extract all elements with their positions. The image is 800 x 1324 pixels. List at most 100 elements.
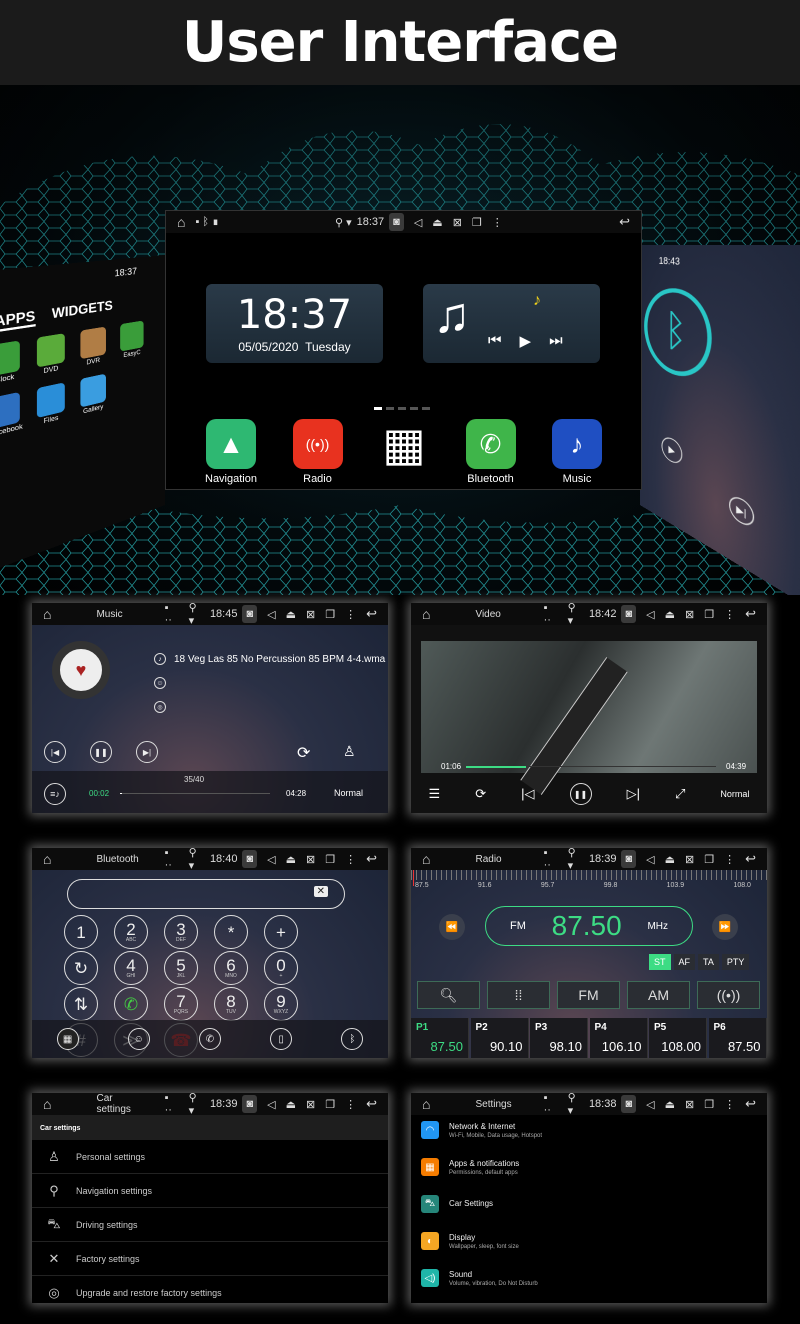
settings-item[interactable]: ◁) Sound Volume, vibration, Do Not Disturb xyxy=(421,1269,538,1287)
screen-off-button[interactable]: ⊠ xyxy=(685,853,694,866)
settings-item[interactable]: ▦ Apps & notifications Permissions, defaul… xyxy=(421,1158,519,1176)
previous-button[interactable]: |◁ xyxy=(521,786,534,802)
dial-key[interactable]: 3 DEF xyxy=(164,915,198,949)
dial-key[interactable]: * xyxy=(214,915,248,949)
previous-button[interactable]: |◀ xyxy=(44,741,66,763)
flag-pty[interactable]: PTY xyxy=(721,954,750,970)
preset-button[interactable]: P5 108.00 xyxy=(649,1018,707,1058)
back-button[interactable]: ↩ xyxy=(745,606,756,622)
recent-apps-button[interactable]: ❐ xyxy=(325,853,335,866)
eject-button[interactable]: ⏏ xyxy=(665,1098,675,1111)
dock-app-apps[interactable]: ▦ xyxy=(377,418,431,485)
settings-row[interactable]: ◎ Upgrade and restore factory settings xyxy=(32,1276,388,1303)
volume-button[interactable]: ◁ xyxy=(646,1098,654,1111)
settings-item[interactable]: ⛍ Car Settings xyxy=(421,1195,493,1213)
backspace-icon[interactable]: ✕ xyxy=(313,886,328,897)
screen-off-button[interactable]: ⊠ xyxy=(306,608,315,621)
settings-row[interactable]: ♙ Personal settings xyxy=(32,1140,388,1174)
bluetooth-settings-icon[interactable]: ᛒ xyxy=(341,1028,364,1050)
dial-key[interactable]: 1 xyxy=(64,915,98,949)
play-mode[interactable]: Normal xyxy=(334,788,363,798)
screen-off-button[interactable]: ⊠ xyxy=(306,1098,315,1111)
volume-button[interactable]: ◁ xyxy=(414,216,422,229)
screen-off-button[interactable]: ⊠ xyxy=(306,853,315,866)
menu-button[interactable]: ⋮ xyxy=(492,216,503,229)
menu-button[interactable]: ⋮ xyxy=(345,608,356,621)
seek-bar[interactable] xyxy=(466,766,716,768)
back-button[interactable]: ↩ xyxy=(745,851,756,867)
pause-button[interactable]: ❚❚ xyxy=(90,741,112,763)
home-button[interactable]: ⌂ xyxy=(422,1096,430,1112)
keypad-tab-icon[interactable]: ▦ xyxy=(56,1028,79,1050)
device-tab-icon[interactable]: ▯ xyxy=(270,1028,293,1050)
play-button[interactable]: ▶ xyxy=(520,332,532,350)
next-button[interactable]: ▷| xyxy=(627,786,640,802)
recent-apps-button[interactable]: ❐ xyxy=(325,608,335,621)
preset-button[interactable]: P6 87.50 xyxy=(708,1018,767,1058)
flag-ta[interactable]: TA xyxy=(698,954,719,970)
play-mode[interactable]: Normal xyxy=(720,789,749,799)
menu-button[interactable]: ⋮ xyxy=(345,853,356,866)
dial-key[interactable]: 2 ABC xyxy=(114,915,148,949)
dial-key[interactable]: 4 GHI xyxy=(114,951,148,985)
app-icon[interactable]: Facebook xyxy=(0,391,23,439)
tab-widgets[interactable]: WIDGETS xyxy=(52,298,113,324)
app-icon[interactable]: DVR xyxy=(80,326,106,368)
recent-apps-button[interactable]: ❐ xyxy=(704,853,714,866)
home-button[interactable]: ⌂ xyxy=(422,851,430,867)
settings-item[interactable]: ◠ Network & Internet Wi-Fi, Mobile, Data u… xyxy=(421,1121,542,1139)
dial-key[interactable]: 9 WXYZ xyxy=(264,987,298,1021)
frequency-scale[interactable] xyxy=(411,870,767,880)
recent-apps-button[interactable]: ❐ xyxy=(704,608,714,621)
dial-key[interactable]: 8 TUV xyxy=(214,987,248,1021)
repeat-button[interactable]: ⟳ xyxy=(475,786,486,802)
settings-item[interactable]: ◐ Display Wallpaper, sleep, font size xyxy=(421,1232,519,1250)
dial-key[interactable]: 0 + xyxy=(264,951,298,985)
recent-apps-button[interactable]: ❐ xyxy=(704,1098,714,1111)
back-button[interactable]: ↩ xyxy=(619,214,630,230)
dial-key[interactable]: 7 PQRS xyxy=(164,987,198,1021)
back-button[interactable]: ↩ xyxy=(366,851,377,867)
flag-af[interactable]: AF xyxy=(673,954,696,970)
dock-app-bluetooth[interactable]: ✆ Bluetooth xyxy=(464,419,518,485)
volume-button[interactable]: ◁ xyxy=(267,608,275,621)
app-icon[interactable]: Files xyxy=(36,382,65,427)
volume-button[interactable]: ◁ xyxy=(267,1098,275,1111)
play-button[interactable]: ▶ xyxy=(661,434,683,467)
volume-button[interactable]: ◁ xyxy=(646,608,654,621)
pause-button[interactable]: ❚❚ xyxy=(569,783,592,805)
dock-app-navigation[interactable]: ▲ Navigation xyxy=(204,419,258,485)
dial-key[interactable]: ⇅ xyxy=(64,987,98,1021)
dial-key[interactable]: 5 JKL xyxy=(164,951,198,985)
dial-key[interactable]: 6 MNO xyxy=(214,951,248,985)
eject-button[interactable]: ⏏ xyxy=(286,853,296,866)
home-button[interactable]: ⌂ xyxy=(43,1096,51,1112)
app-icon[interactable]: EasyC xyxy=(120,320,144,360)
screenshot-button[interactable]: ◙ xyxy=(621,850,637,868)
screenshot-button[interactable]: ◙ xyxy=(621,605,637,623)
dial-key[interactable]: ↻ xyxy=(64,951,98,985)
playlist-button[interactable]: ☰ xyxy=(429,786,441,802)
presets-list-button[interactable]: ⁞⁞ xyxy=(487,981,550,1009)
menu-button[interactable]: ⋮ xyxy=(724,1098,735,1111)
volume-button[interactable]: ◁ xyxy=(646,853,654,866)
app-icon[interactable]: Gallery xyxy=(80,373,106,417)
seek-forward-button[interactable]: ⏩ xyxy=(712,914,738,940)
fm-button[interactable]: FM xyxy=(557,981,620,1009)
call-log-tab-icon[interactable]: ✆ xyxy=(198,1028,221,1050)
repeat-icon[interactable]: ⟳ xyxy=(297,743,310,763)
clock-widget[interactable]: 18:37 05/05/2020 Tuesday xyxy=(206,284,383,363)
eject-button[interactable]: ⏏ xyxy=(432,216,442,229)
dial-key[interactable]: + xyxy=(264,915,298,949)
home-button[interactable]: ⌂ xyxy=(43,851,51,867)
app-icon[interactable]: DVD xyxy=(36,333,65,377)
search-button[interactable]: 🔍︎ xyxy=(417,981,480,1009)
settings-row[interactable]: ⛍ Driving settings xyxy=(32,1208,388,1242)
back-button[interactable]: ↩ xyxy=(366,1096,377,1112)
antenna-button[interactable]: ((•)) xyxy=(697,981,760,1009)
seek-bar[interactable] xyxy=(120,793,270,794)
settings-row[interactable]: ✕ Factory settings xyxy=(32,1242,388,1276)
menu-button[interactable]: ⋮ xyxy=(345,1098,356,1111)
artist-filter-icon[interactable]: ♙ xyxy=(343,743,356,760)
screenshot-button[interactable]: ◙ xyxy=(621,1095,637,1113)
